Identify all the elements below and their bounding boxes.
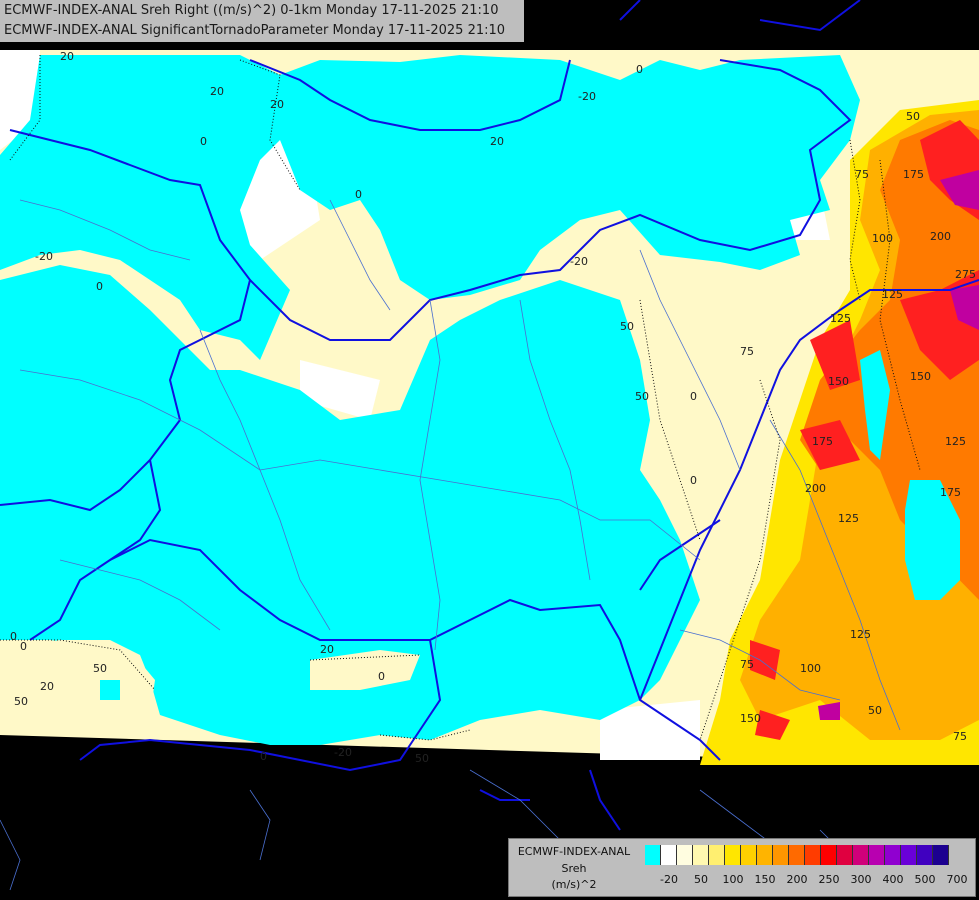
contour-label: 175 bbox=[903, 168, 924, 181]
legend-swatches bbox=[645, 845, 949, 865]
legend-tick-label: 250 bbox=[818, 873, 840, 886]
contour-label: 50 bbox=[415, 752, 429, 765]
contour-label: 20 bbox=[60, 50, 74, 63]
legend-swatch bbox=[677, 845, 693, 865]
legend-title-unit: (m/s)^2 bbox=[551, 878, 597, 891]
contour-label: 0 bbox=[96, 280, 103, 293]
contour-label: 125 bbox=[882, 288, 903, 301]
legend-swatch bbox=[693, 845, 709, 865]
legend-tick-label: 50 bbox=[694, 873, 708, 886]
sreh-map: 20 0 20 0 20 -20 0 20 -20 0 50 50 0 -20 … bbox=[0, 0, 979, 900]
contour-label: 0 bbox=[355, 188, 362, 201]
map-title-box: ECMWF-INDEX-ANAL Sreh Right ((m/s)^2) 0-… bbox=[0, 0, 524, 42]
map-title-line-2: ECMWF-INDEX-ANAL SignificantTornadoParam… bbox=[4, 23, 506, 38]
contour-label: 0 bbox=[200, 135, 207, 148]
contour-label: 0 bbox=[20, 640, 27, 653]
legend-tick-label: 150 bbox=[754, 873, 776, 886]
legend-swatch bbox=[709, 845, 725, 865]
contour-label: 150 bbox=[910, 370, 931, 383]
contour-label: 125 bbox=[850, 628, 871, 641]
contour-label: 175 bbox=[812, 435, 833, 448]
legend-title-param: Sreh bbox=[561, 862, 587, 875]
contour-label: 75 bbox=[855, 168, 869, 181]
contour-label: 125 bbox=[945, 435, 966, 448]
contour-label: 275 bbox=[955, 268, 976, 281]
contour-label: 20 bbox=[270, 98, 284, 111]
contour-label: 50 bbox=[620, 320, 634, 333]
contour-label: 75 bbox=[953, 730, 967, 743]
contour-label: 75 bbox=[740, 658, 754, 671]
contour-label: 125 bbox=[838, 512, 859, 525]
legend-swatch bbox=[757, 845, 773, 865]
contour-label: 0 bbox=[690, 474, 697, 487]
legend-swatch bbox=[837, 845, 853, 865]
contour-label: 0 bbox=[690, 390, 697, 403]
contour-label: 50 bbox=[906, 110, 920, 123]
legend-tick-label: 700 bbox=[946, 873, 968, 886]
legend-title-model: ECMWF-INDEX-ANAL bbox=[517, 845, 631, 858]
color-legend: ECMWF-INDEX-ANAL Sreh (m/s)^2 -20 50 100 15… bbox=[508, 838, 976, 897]
legend-swatch bbox=[725, 845, 741, 865]
contour-label: 20 bbox=[490, 135, 504, 148]
legend-tick-label: -20 bbox=[660, 873, 678, 886]
legend-swatch bbox=[741, 845, 757, 865]
legend-tick-label: 500 bbox=[914, 873, 936, 886]
legend-ticks: -20 50 100 150 200 250 300 400 500 700 bbox=[645, 873, 975, 889]
contour-label: 150 bbox=[828, 375, 849, 388]
field-cyan-hole-sw bbox=[100, 680, 120, 700]
legend-swatch bbox=[661, 845, 677, 865]
map-title-line-1: ECMWF-INDEX-ANAL Sreh Right ((m/s)^2) 0-… bbox=[4, 3, 499, 18]
legend-tick-label: 200 bbox=[786, 873, 808, 886]
legend-tick-label: 100 bbox=[722, 873, 744, 886]
contour-label: 50 bbox=[635, 390, 649, 403]
contour-label: 100 bbox=[800, 662, 821, 675]
contour-label: -20 bbox=[570, 255, 588, 268]
legend-swatch bbox=[869, 845, 885, 865]
contour-label: 125 bbox=[830, 312, 851, 325]
contour-label: 75 bbox=[740, 345, 754, 358]
contour-label: 20 bbox=[210, 85, 224, 98]
legend-swatch bbox=[789, 845, 805, 865]
contour-label: 0 bbox=[636, 63, 643, 76]
legend-tick-label: 300 bbox=[850, 873, 872, 886]
contour-label: -20 bbox=[578, 90, 596, 103]
legend-swatch bbox=[901, 845, 917, 865]
legend-swatch bbox=[773, 845, 789, 865]
contour-label: 100 bbox=[872, 232, 893, 245]
contour-label: 20 bbox=[40, 680, 54, 693]
legend-swatch bbox=[853, 845, 869, 865]
legend-swatch bbox=[885, 845, 901, 865]
contour-label: 200 bbox=[930, 230, 951, 243]
legend-swatch bbox=[933, 845, 949, 865]
contour-label: -20 bbox=[35, 250, 53, 263]
legend-swatch bbox=[645, 845, 661, 865]
contour-label: -20 bbox=[334, 746, 352, 759]
legend-swatch bbox=[821, 845, 837, 865]
legend-swatch bbox=[917, 845, 933, 865]
contour-label: 50 bbox=[14, 695, 28, 708]
contour-label: 50 bbox=[868, 704, 882, 717]
legend-tick-label: 400 bbox=[882, 873, 904, 886]
contour-label: 20 bbox=[320, 643, 334, 656]
contour-label: 0 bbox=[260, 750, 267, 763]
legend-swatch bbox=[805, 845, 821, 865]
contour-label: 150 bbox=[740, 712, 761, 725]
contour-label: 0 bbox=[10, 630, 17, 643]
contour-label: 50 bbox=[93, 662, 107, 675]
contour-label: 200 bbox=[805, 482, 826, 495]
contour-label: 175 bbox=[940, 486, 961, 499]
contour-label: 0 bbox=[378, 670, 385, 683]
